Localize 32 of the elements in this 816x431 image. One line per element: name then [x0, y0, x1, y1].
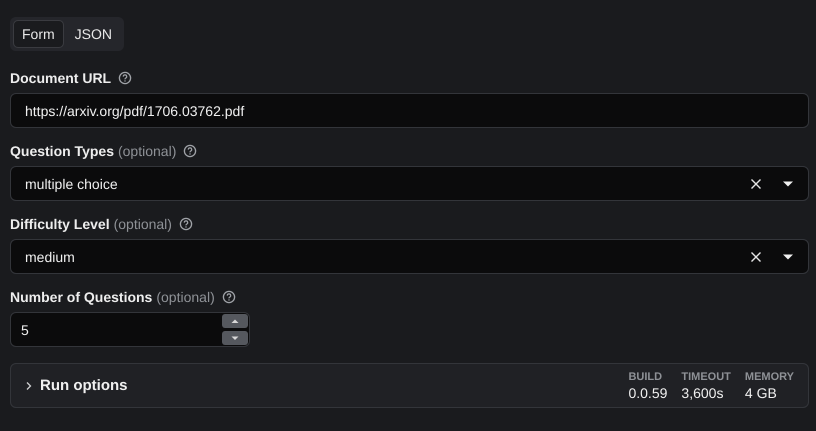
optional-note: (optional): [114, 216, 172, 232]
increment-button[interactable]: [222, 314, 248, 328]
tab[interactable]: Form: [13, 20, 64, 48]
clear-icon[interactable]: [750, 178, 762, 190]
stat-label: BUILD: [628, 370, 664, 382]
url-field[interactable]: https://arxiv.org/pdf/1706.03762.pdf: [10, 93, 809, 128]
chevron-icon[interactable]: [24, 380, 34, 390]
help-icon[interactable]: [222, 290, 236, 304]
optional-note: (optional): [118, 143, 176, 159]
field-label: Question Types: [10, 143, 114, 159]
field-label: Number of Questions: [10, 289, 152, 305]
help-icon[interactable]: [118, 71, 132, 85]
tab[interactable]: JSON: [66, 20, 122, 48]
stat-value: 3,600s: [681, 384, 724, 400]
stat-label: TIMEOUT: [681, 370, 731, 382]
run-options-title: Run options: [40, 377, 128, 394]
dropdown-caret-icon[interactable]: [782, 252, 794, 260]
run-options-panel[interactable]: Run options BUILD 0.0.59 TIMEOUT 3,600s MEMORY 4 GB: [10, 363, 809, 408]
select-field[interactable]: medium: [10, 239, 809, 274]
optional-note: (optional): [156, 289, 215, 305]
field-label: Difficulty Level: [10, 216, 110, 232]
dropdown-caret-icon[interactable]: [782, 180, 794, 188]
stat-value: 4 GB: [744, 384, 778, 400]
clear-icon[interactable]: [750, 250, 762, 262]
help-icon[interactable]: [178, 217, 193, 231]
help-icon[interactable]: [183, 144, 198, 158]
select-field[interactable]: multiple choice: [10, 166, 809, 201]
stat-value: 0.0.59: [628, 384, 668, 400]
field-label: Document URL: [10, 70, 112, 86]
decrement-button[interactable]: [222, 331, 248, 345]
stat-label: MEMORY: [744, 370, 794, 382]
number-field[interactable]: 5: [10, 312, 250, 347]
